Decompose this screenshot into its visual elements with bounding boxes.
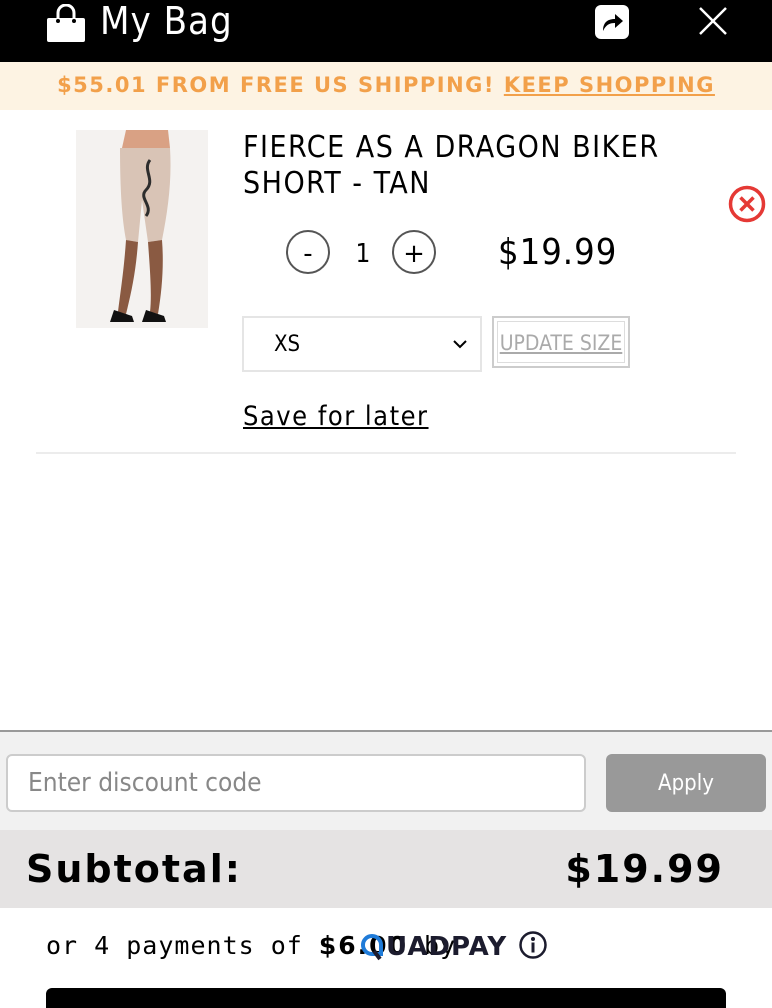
save-for-later-link[interactable]: Save for later [243,398,429,436]
apply-discount-button[interactable]: Apply [606,754,766,812]
info-icon[interactable] [518,930,548,960]
quantity-value: 1 [355,239,371,269]
share-arrow-icon[interactable] [594,4,630,40]
size-selected-value: XS [274,332,301,357]
close-icon[interactable] [696,4,730,38]
update-size-button[interactable]: UPDATE SIZE [492,316,630,368]
item-price: $19.99 [498,232,618,273]
subtotal-value: $19.99 [565,847,724,891]
subtotal-bar: Subtotal: $19.99 [0,830,772,908]
keep-shopping-link[interactable]: KEEP SHOPPING [504,73,715,97]
quantity-decrease-button[interactable]: - [286,230,330,274]
page-title: My Bag [100,0,233,43]
subtotal-label: Subtotal: [26,847,242,891]
product-image[interactable] [76,130,208,328]
update-size-label: UPDATE SIZE [497,321,625,363]
quadpay-wordmark: UADPAY [386,932,508,962]
product-title[interactable]: FIERCE AS A DRAGON BIKER SHORT - TAN [243,130,663,202]
discount-section: Apply [0,730,772,832]
remove-circle-icon[interactable] [728,185,766,223]
item-divider [36,452,736,454]
quadpay-logo: UADPAY [360,930,507,964]
installments-prefix: or 4 payments of [46,931,303,960]
quadpay-q-icon [361,933,383,961]
checkout-button[interactable] [46,988,726,1008]
shopping-bag-icon [47,4,85,42]
chevron-down-icon [453,340,467,349]
header: My Bag [0,0,772,62]
quantity-increase-button[interactable]: + [392,230,436,274]
discount-code-input[interactable] [6,754,586,812]
free-shipping-banner: $55.01 FROM FREE US SHIPPING! KEEP SHOPP… [0,62,772,110]
size-select[interactable]: XS [242,316,482,372]
free-shipping-message: $55.01 FROM FREE US SHIPPING! [57,73,495,97]
